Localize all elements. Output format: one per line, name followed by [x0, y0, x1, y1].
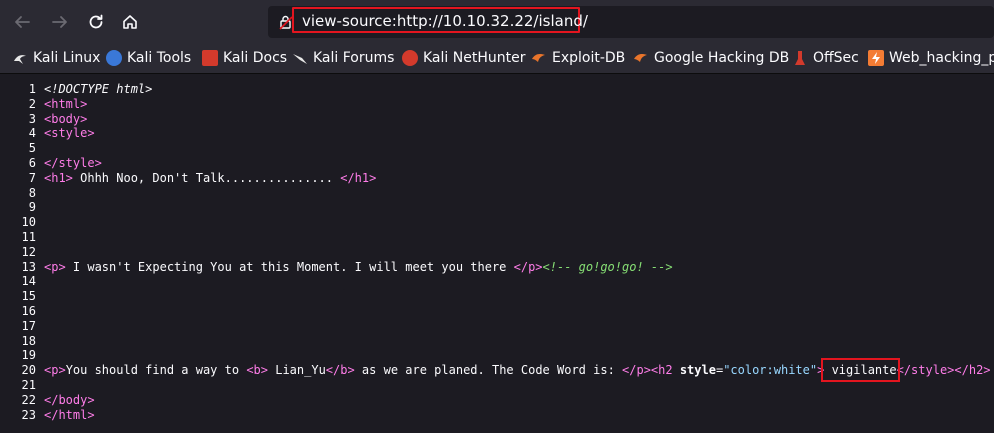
bookmark-exploit-db[interactable]: Exploit-DB [531, 47, 625, 69]
source-token: <h1> [44, 170, 73, 185]
reload-icon[interactable] [82, 8, 110, 36]
source-line: <p> I wasn't Expecting You at this Momen… [44, 260, 673, 274]
source-token: <style> [44, 126, 95, 141]
bookmark-label: Exploit-DB [552, 50, 626, 66]
source-token: </style> [44, 156, 102, 170]
url-text[interactable]: view-source:http://10.10.32.22/island/ [302, 12, 588, 30]
source-token: <p> [44, 259, 66, 274]
source-token: </b> [325, 363, 355, 378]
source-token: <p> [44, 363, 66, 378]
source-line: </html> [44, 408, 95, 422]
browser-toolbar: view-source:http://10.10.32.22/island/ [0, 0, 994, 42]
source-token: You should find a way to [65, 363, 247, 378]
bookmark-label: Web_hacking_p [889, 50, 994, 66]
kali-forums-icon [292, 50, 308, 66]
line-number: 7 [28, 170, 36, 185]
line-number: 17 [21, 318, 36, 333]
source-token [991, 363, 994, 377]
kali-docs-icon [202, 50, 218, 66]
bookmark-label: Kali Forums [313, 50, 395, 66]
source-line: <!DOCTYPE html> [44, 82, 152, 96]
line-number: 1 [28, 82, 36, 96]
source-token: as we are planed. The Code Word is: [354, 363, 623, 378]
source-line: </style> [44, 156, 102, 170]
source-line: <style> [44, 126, 95, 140]
nethunter-icon [402, 50, 418, 66]
bookmark-google-hacking-db[interactable]: Google Hacking DB [633, 47, 789, 69]
line-number: 22 [21, 392, 36, 407]
source-token: <b> [246, 363, 268, 378]
back-arrow-icon[interactable] [8, 8, 36, 36]
line-number: 6 [28, 156, 36, 170]
source-token: I wasn't Expecting You at this Moment. I… [65, 259, 514, 274]
line-number: 19 [21, 348, 36, 363]
line-number: 4 [28, 126, 36, 141]
bookmark-kali-linux[interactable]: Kali Linux [12, 47, 100, 69]
source-line: <h1> Ohhh Noo, Don't Talk...............… [44, 171, 376, 185]
bookmarks-toolbar: Kali Linux Kali Tools Kali Docs Kali For… [0, 42, 994, 74]
line-number: 5 [28, 141, 36, 156]
line-number: 10 [21, 215, 36, 230]
bookmark-label: Kali Tools [127, 50, 192, 66]
source-token: </p> [513, 259, 543, 274]
bookmark-kali-nethunter[interactable]: Kali NetHunter [402, 47, 525, 69]
line-number: 11 [21, 230, 36, 244]
bookmark-label: OffSec [813, 50, 859, 66]
source-token: style [679, 363, 716, 378]
line-number: 18 [21, 333, 36, 348]
line-number: 14 [21, 274, 36, 289]
line-number: 20 [21, 363, 36, 378]
line-number: 12 [21, 244, 36, 259]
home-icon[interactable] [116, 8, 144, 36]
source-line: <body> [44, 112, 87, 126]
line-number: 13 [21, 259, 36, 274]
bookmark-label: Google Hacking DB [654, 50, 790, 66]
view-source-content: 1 <!DOCTYPE html> 2 <html> 3 <body> 4 <style> 5 6… [0, 74, 994, 433]
line-number: 16 [21, 304, 36, 318]
line-number: 21 [21, 378, 36, 392]
source-token: </p><h2 [622, 363, 673, 378]
source-token: </style></h2> [896, 363, 991, 378]
source-token: <!DOCTYPE html> [44, 82, 153, 96]
bookmark-kali-tools[interactable]: Kali Tools [106, 47, 191, 69]
line-number: 2 [28, 96, 36, 111]
source-token: </html> [44, 407, 95, 422]
kali-dragon-icon [12, 50, 28, 66]
bookmark-kali-docs[interactable]: Kali Docs [202, 47, 287, 69]
line-number: 3 [28, 111, 36, 126]
line-number: 15 [21, 289, 36, 304]
source-token: <body> [44, 111, 88, 126]
source-token: Ohhh Noo, Don't Talk............... [72, 170, 341, 185]
source-token: <!-- go!go!go! --> [542, 259, 673, 274]
url-bar[interactable]: view-source:http://10.10.32.22/island/ [268, 6, 994, 38]
ghdb-icon [633, 50, 649, 66]
forward-arrow-icon[interactable] [46, 8, 74, 36]
source-token: </h1> [340, 170, 377, 185]
offsec-icon [792, 50, 808, 66]
source-line: <html> [44, 97, 87, 111]
bookmark-kali-forums[interactable]: Kali Forums [292, 47, 394, 69]
source-token: <html> [44, 96, 88, 111]
line-number: 9 [28, 200, 36, 215]
line-number: 23 [21, 407, 36, 422]
exploit-db-icon [531, 50, 547, 66]
bookmark-web-hacking[interactable]: Web_hacking_p [868, 47, 994, 69]
source-token [673, 363, 680, 377]
bookmark-label: Kali Docs [223, 50, 288, 66]
bookmark-label: Kali NetHunter [423, 50, 526, 66]
source-token: Lian_Yu [268, 363, 326, 378]
bolt-icon [868, 50, 884, 66]
source-line: </body> [44, 393, 95, 407]
bookmark-offsec[interactable]: OffSec [792, 47, 859, 69]
source-token: "color:white" [723, 363, 818, 378]
bookmark-label: Kali Linux [33, 50, 101, 66]
source-token: </body> [44, 392, 95, 407]
line-number: 8 [28, 185, 36, 200]
code-word-highlight-box [821, 358, 900, 383]
kali-tools-icon [106, 50, 122, 66]
